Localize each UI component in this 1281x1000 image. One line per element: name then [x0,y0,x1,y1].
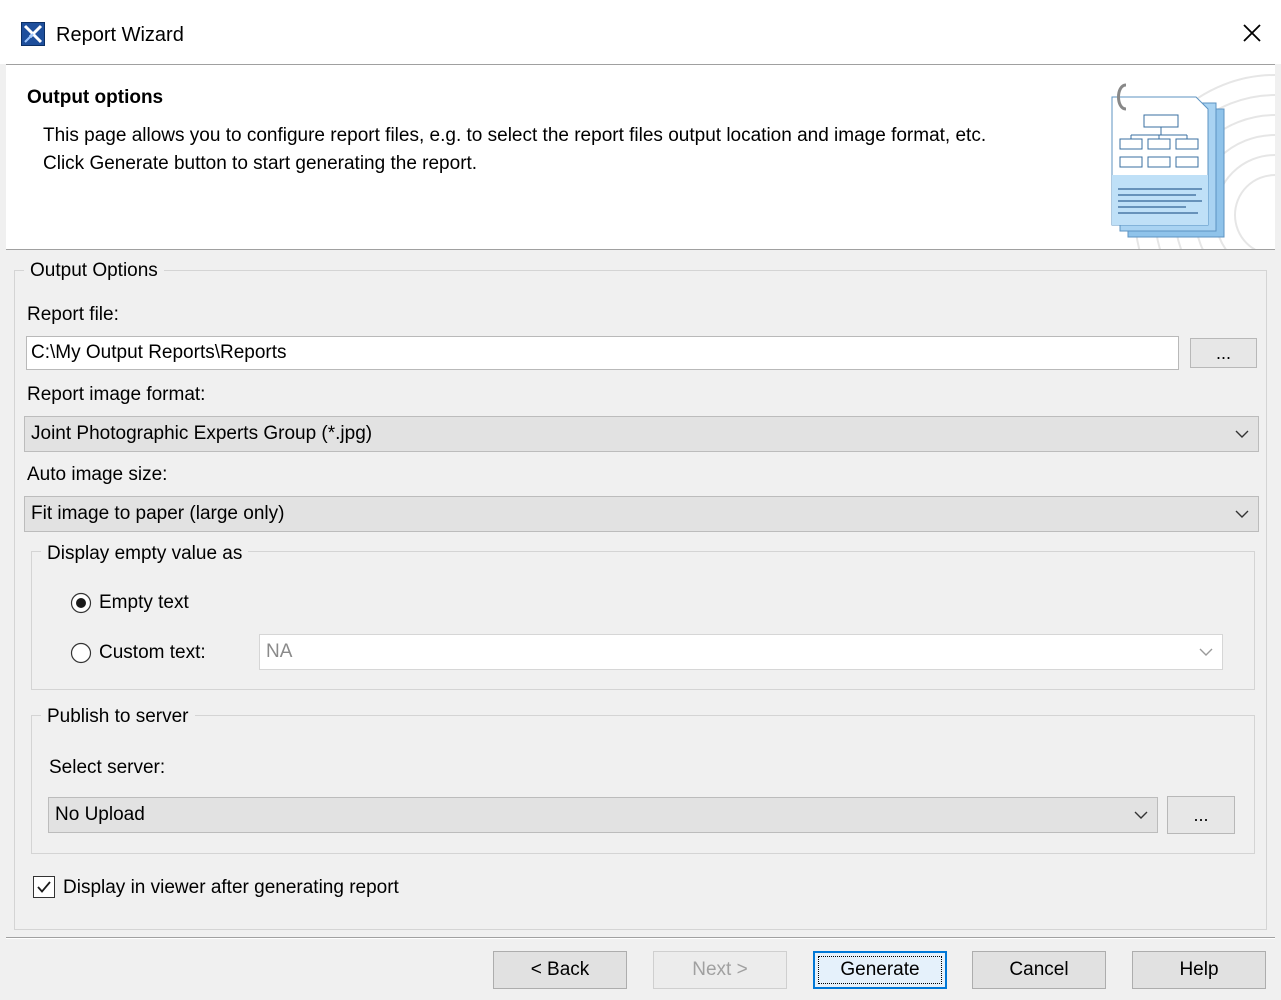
empty-text-radio[interactable] [70,592,92,614]
wizard-header: Output options This page allows you to c… [6,64,1275,250]
next-button[interactable]: Next > [653,951,787,989]
title-bar: Report Wizard [0,0,1281,64]
report-file-browse-button[interactable]: ... [1190,338,1257,368]
generate-button[interactable]: Generate [813,951,947,989]
report-document-illustration [1111,74,1275,249]
page-description-line-1: This page allows you to configure report… [43,125,987,146]
report-image-format-value: Joint Photographic Experts Group (*.jpg) [31,423,373,444]
display-empty-value-legend: Display empty value as [41,542,249,566]
close-icon[interactable] [1237,18,1267,48]
focus-ring [818,956,942,984]
chevron-down-icon [1134,811,1148,819]
report-file-label: Report file: [27,304,119,325]
chevron-down-icon [1235,510,1249,518]
chevron-down-icon [1235,430,1249,438]
custom-text-label: Custom text: [99,642,206,663]
auto-image-size-select[interactable]: Fit image to paper (large only) [24,496,1259,532]
page-description-line-2: Click Generate button to start generatin… [43,153,478,174]
publish-to-server-legend: Publish to server [41,705,195,729]
report-file-value: C:\My Output Reports\Reports [31,342,287,363]
report-file-input[interactable]: C:\My Output Reports\Reports [26,336,1179,370]
chevron-down-icon [1199,648,1213,656]
display-in-viewer-checkbox[interactable] [33,876,55,898]
footer-separator [6,937,1275,939]
output-options-legend: Output Options [24,259,164,283]
server-browse-button[interactable]: ... [1167,796,1235,834]
server-select[interactable]: No Upload [48,797,1158,833]
back-button[interactable]: < Back [493,951,627,989]
display-in-viewer-label: Display in viewer after generating repor… [63,877,399,898]
app-icon [21,22,45,46]
page-title: Output options [27,87,164,108]
server-value: No Upload [55,804,145,825]
custom-text-select[interactable]: NA [259,634,1223,670]
publish-to-server-group [31,715,1255,854]
auto-image-size-label: Auto image size: [27,464,168,485]
select-server-label: Select server: [49,757,166,778]
window-title: Report Wizard [56,24,184,46]
report-image-format-label: Report image format: [27,384,206,405]
report-image-format-select[interactable]: Joint Photographic Experts Group (*.jpg) [24,416,1259,452]
report-wizard-window: Report Wizard Output options This page a… [0,0,1281,1000]
auto-image-size-value: Fit image to paper (large only) [31,503,285,524]
empty-text-label: Empty text [99,592,189,613]
custom-text-value: NA [266,641,293,662]
help-button[interactable]: Help [1132,951,1266,989]
cancel-button[interactable]: Cancel [972,951,1106,989]
custom-text-radio[interactable] [70,642,92,664]
